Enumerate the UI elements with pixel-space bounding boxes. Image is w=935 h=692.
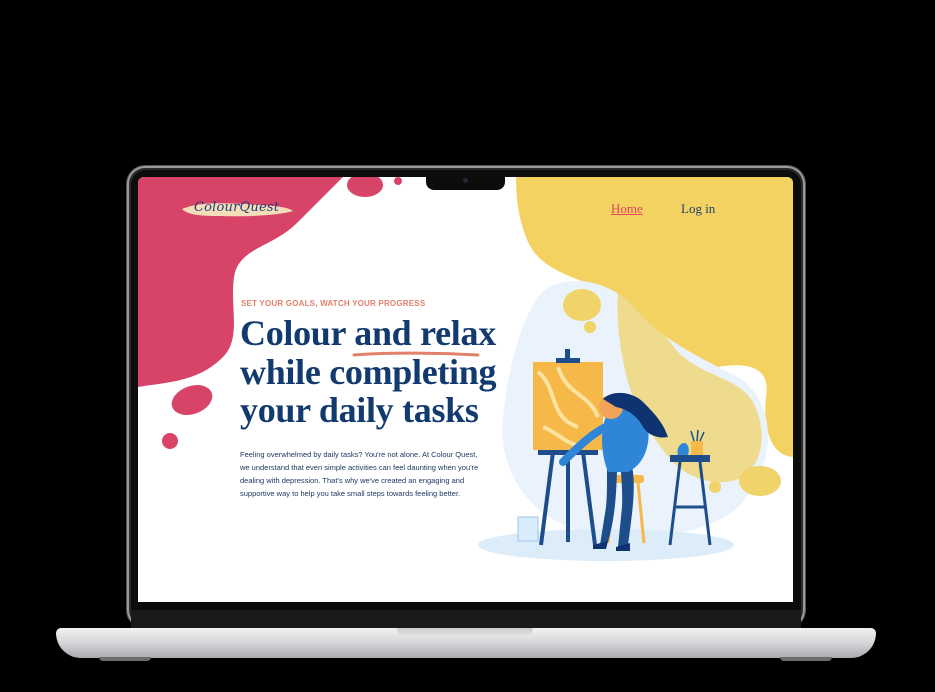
pink-dot-small	[394, 177, 402, 185]
hero-eyebrow: SET YOUR GOALS, WATCH YOUR PROGRESS	[241, 299, 426, 308]
hero-headline: Colour and relax while completing your d…	[240, 314, 540, 430]
camera-dot	[463, 178, 468, 183]
website-screen: ColourQuest Home Log in SET YOUR GOALS, …	[138, 177, 793, 602]
laptop-chin	[131, 610, 801, 628]
easel-illustration	[533, 349, 603, 546]
headline-line-3: your daily tasks	[240, 390, 479, 430]
yellow-dot-small	[584, 321, 596, 333]
pink-dot-middle	[171, 385, 213, 415]
laptop-foot-right	[780, 657, 832, 661]
headline-line-2: while completing	[240, 351, 497, 392]
yellow-dot-tiny	[709, 481, 721, 493]
pink-dot-bottom	[162, 433, 178, 449]
laptop-opening-notch	[397, 628, 533, 637]
laptop-foot-left	[99, 657, 151, 661]
pink-dot-top	[347, 177, 383, 197]
headline-underline-stroke	[352, 351, 480, 357]
logo[interactable]: ColourQuest	[194, 200, 279, 215]
yellow-dot-right	[739, 466, 781, 496]
hero-body-text: Feeling overwhelmed by daily tasks? You'…	[240, 450, 479, 498]
yellow-dot-large	[563, 289, 601, 321]
nav-home-link[interactable]: Home	[611, 201, 643, 217]
headline-line-1: Colour and relax	[240, 313, 496, 353]
paint-bucket	[517, 516, 539, 542]
nav-login-link[interactable]: Log in	[681, 201, 715, 217]
